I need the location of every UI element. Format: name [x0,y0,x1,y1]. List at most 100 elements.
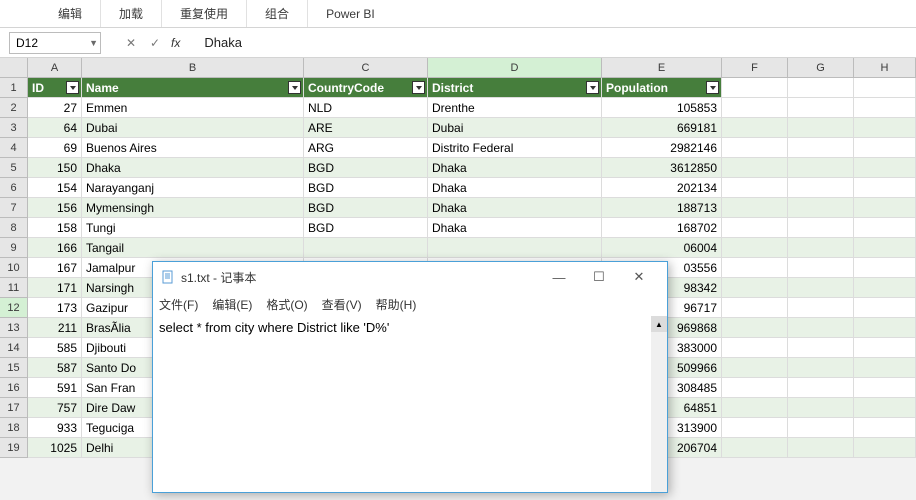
cell-id[interactable]: 1025 [28,438,82,458]
formula-input[interactable]: Dhaka [204,35,242,50]
col-header-c[interactable]: C [304,58,428,77]
cell-empty[interactable] [788,358,854,378]
cell-id[interactable]: 158 [28,218,82,238]
filter-icon[interactable] [706,81,719,94]
maximize-button[interactable]: ☐ [579,262,619,292]
scroll-up-icon[interactable]: ▲ [651,316,667,332]
cancel-icon[interactable]: ✕ [119,36,143,50]
row-header[interactable]: 2 [0,98,28,118]
cell-empty[interactable] [854,438,916,458]
cell-id[interactable]: 150 [28,158,82,178]
cell-empty[interactable] [854,238,916,258]
cell-population[interactable]: 669181 [602,118,722,138]
cell-district[interactable]: Distrito Federal [428,138,602,158]
cell-empty[interactable] [722,218,788,238]
cell-empty[interactable] [854,98,916,118]
cell-id[interactable]: 64 [28,118,82,138]
cell-empty[interactable] [854,78,916,98]
notepad-titlebar[interactable]: s1.txt - 记事本 — ☐ ✕ [153,262,667,292]
cell-empty[interactable] [854,198,916,218]
cell-population[interactable]: 06004 [602,238,722,258]
row-header[interactable]: 6 [0,178,28,198]
cell-empty[interactable] [788,318,854,338]
cell-population[interactable]: 105853 [602,98,722,118]
ribbon-tab-combine[interactable]: 组合 [247,0,308,27]
name-box[interactable]: D12 ▼ [9,32,101,54]
menu-help[interactable]: 帮助(H) [376,296,417,313]
cell-name[interactable]: Buenos Aires [82,138,304,158]
cell-district[interactable]: Dhaka [428,198,602,218]
select-all-corner[interactable] [0,58,28,77]
cell-empty[interactable] [722,278,788,298]
cell-empty[interactable] [788,258,854,278]
cell-empty[interactable] [722,358,788,378]
cell-empty[interactable] [854,398,916,418]
notepad-textarea[interactable]: select * from city where District like '… [153,316,667,492]
cell-empty[interactable] [854,218,916,238]
cell-id[interactable]: 757 [28,398,82,418]
cell-population[interactable]: 2982146 [602,138,722,158]
confirm-icon[interactable]: ✓ [143,36,167,50]
cell-id[interactable]: 166 [28,238,82,258]
minimize-button[interactable]: — [539,262,579,292]
cell-empty[interactable] [788,98,854,118]
cell-population[interactable]: 188713 [602,198,722,218]
table-header-id[interactable]: ID [28,78,82,98]
row-header[interactable]: 18 [0,418,28,438]
row-header[interactable]: 7 [0,198,28,218]
cell-id[interactable]: 933 [28,418,82,438]
col-header-d[interactable]: D [428,58,602,77]
row-header[interactable]: 17 [0,398,28,418]
col-header-b[interactable]: B [82,58,304,77]
cell-empty[interactable] [722,438,788,458]
table-header-population[interactable]: Population [602,78,722,98]
cell-empty[interactable] [788,118,854,138]
cell-district[interactable]: Dhaka [428,218,602,238]
cell-empty[interactable] [722,298,788,318]
notepad-window[interactable]: s1.txt - 记事本 — ☐ ✕ 文件(F) 编辑(E) 格式(O) 查看(… [152,261,668,493]
table-header-country[interactable]: CountryCode [304,78,428,98]
row-header[interactable]: 13 [0,318,28,338]
cell-empty[interactable] [722,258,788,278]
cell-name[interactable]: Mymensingh [82,198,304,218]
cell-id[interactable]: 173 [28,298,82,318]
row-header[interactable]: 10 [0,258,28,278]
row-header[interactable]: 9 [0,238,28,258]
cell-empty[interactable] [854,318,916,338]
cell-district[interactable] [428,238,602,258]
cell-district[interactable]: Dhaka [428,178,602,198]
table-header-district[interactable]: District [428,78,602,98]
filter-icon[interactable] [586,81,599,94]
cell-country[interactable] [304,238,428,258]
cell-empty[interactable] [722,418,788,438]
cell-name[interactable]: Tangail [82,238,304,258]
col-header-f[interactable]: F [722,58,788,77]
cell-empty[interactable] [788,438,854,458]
cell-id[interactable]: 591 [28,378,82,398]
cell-country[interactable]: BGD [304,178,428,198]
cell-empty[interactable] [722,118,788,138]
cell-district[interactable]: Dubai [428,118,602,138]
close-button[interactable]: ✕ [619,262,659,292]
cell-empty[interactable] [722,178,788,198]
row-header[interactable]: 1 [0,78,28,98]
cell-country[interactable]: NLD [304,98,428,118]
cell-empty[interactable] [854,298,916,318]
cell-empty[interactable] [854,158,916,178]
row-header[interactable]: 4 [0,138,28,158]
cell-id[interactable]: 171 [28,278,82,298]
cell-empty[interactable] [788,338,854,358]
row-header[interactable]: 15 [0,358,28,378]
row-header[interactable]: 12 [0,298,28,318]
cell-district[interactable]: Drenthe [428,98,602,118]
cell-id[interactable]: 211 [28,318,82,338]
cell-population[interactable]: 168702 [602,218,722,238]
cell-country[interactable]: BGD [304,198,428,218]
cell-country[interactable]: ARE [304,118,428,138]
cell-empty[interactable] [788,218,854,238]
cell-country[interactable]: BGD [304,218,428,238]
cell-empty[interactable] [722,198,788,218]
cell-population[interactable]: 202134 [602,178,722,198]
chevron-down-icon[interactable]: ▼ [89,38,98,48]
cell-id[interactable]: 154 [28,178,82,198]
